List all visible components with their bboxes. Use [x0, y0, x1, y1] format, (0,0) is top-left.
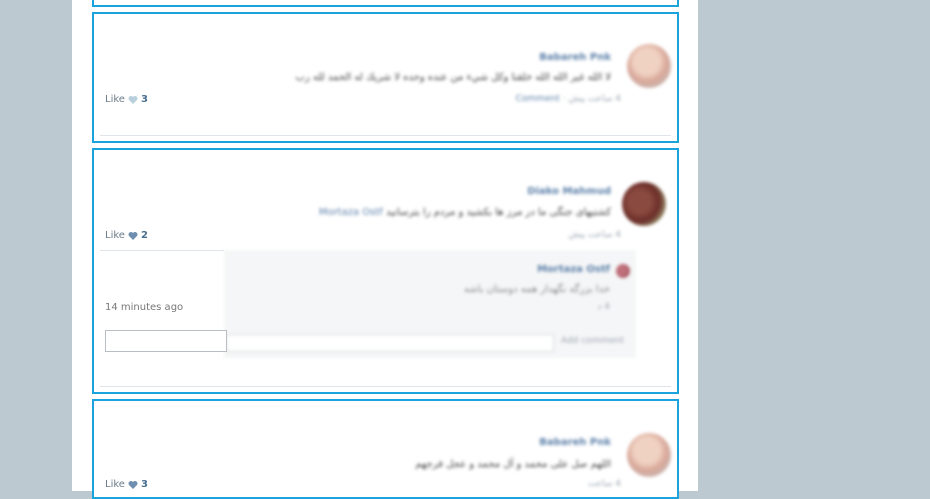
- divider: [100, 135, 671, 136]
- mention-link[interactable]: Mortaza Ostf: [319, 207, 383, 218]
- like-label: Like: [105, 479, 125, 490]
- commenter-name[interactable]: Mortaza Ostf: [537, 264, 610, 275]
- post-text: اللهم صل علی محمد و آل محمد و عجل فرجهم: [415, 459, 611, 470]
- comment-input-label: Add comment: [560, 336, 624, 346]
- post-meta: 4 ساعت پیش · Comment: [515, 94, 621, 104]
- post-card: Babareh Pnk لا الله غير الله الله خلقنا …: [92, 12, 679, 143]
- comment-timestamp: 14 minutes ago: [105, 302, 184, 313]
- like-count: 3: [140, 94, 148, 105]
- post-meta: 4 ساعت: [587, 479, 621, 489]
- avatar[interactable]: [622, 182, 666, 226]
- like-button[interactable]: Like 2: [105, 230, 148, 241]
- comment-input[interactable]: [105, 330, 227, 352]
- post-author[interactable]: Babareh Pnk: [539, 52, 611, 63]
- like-label: Like: [105, 230, 125, 241]
- post-text: کشتیهای جنگی ما در مرز ها بکشید و مردم ر…: [319, 207, 611, 218]
- commenter-avatar[interactable]: [616, 264, 630, 278]
- post-author[interactable]: Diako Mahmud: [527, 186, 611, 197]
- comment-meta: 4 د: [597, 302, 610, 312]
- post-author[interactable]: Babareh Pnk: [539, 437, 611, 448]
- post-card-partial: [92, 0, 679, 7]
- feed-column: Babareh Pnk لا الله غير الله الله خلقنا …: [72, 0, 698, 499]
- like-button[interactable]: Like 3: [105, 479, 148, 490]
- post-card: Diako Mahmud کشتیهای جنگی ما در مرز ها ب…: [92, 148, 679, 394]
- like-count: 3: [140, 479, 148, 490]
- post-meta: 4 ساعت پیش: [568, 230, 621, 240]
- avatar[interactable]: [627, 433, 671, 477]
- comment-thread: Mortaza Ostf خدا بزرگه نگهدار همه دوستان…: [224, 250, 636, 358]
- divider: [100, 250, 224, 251]
- comment-text: خدا بزرگه نگهدار همه دوستان باشه: [463, 284, 610, 295]
- heart-icon: [128, 231, 138, 240]
- post-text-body: کشتیهای جنگی ما در مرز ها بکشید و مردم ر…: [386, 207, 611, 218]
- heart-icon: [128, 480, 138, 489]
- heart-icon: [128, 95, 138, 104]
- comment-link[interactable]: Comment: [516, 94, 560, 104]
- avatar[interactable]: [627, 44, 671, 88]
- comment-input-blurred[interactable]: [226, 334, 554, 352]
- like-label: Like: [105, 94, 125, 105]
- like-count: 2: [140, 230, 148, 241]
- post-card: Babareh Pnk اللهم صل علی محمد و آل محمد …: [92, 399, 679, 499]
- post-text: لا الله غير الله الله خلقنا وكل شيء من ع…: [295, 72, 611, 83]
- post-time: 4 ساعت پیش: [568, 94, 621, 104]
- like-button[interactable]: Like 3: [105, 94, 148, 105]
- divider: [100, 386, 671, 387]
